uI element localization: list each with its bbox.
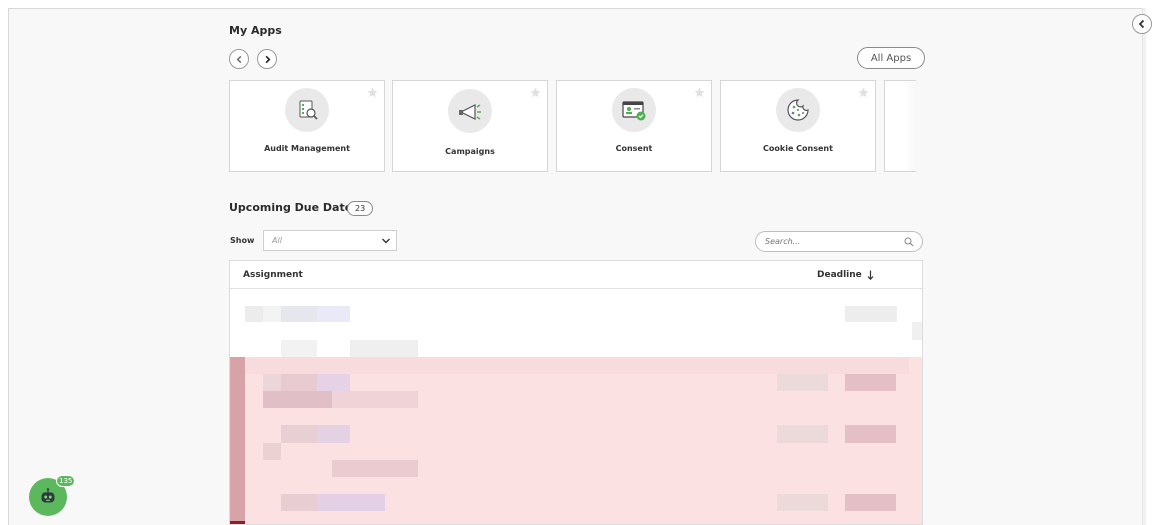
consent-icon [612,88,656,132]
search-icon[interactable] [904,237,914,247]
chevron-right-icon [265,55,270,63]
search-box[interactable] [755,231,923,252]
overdue-indicator [230,521,245,524]
chevron-left-icon [236,55,241,63]
due-dates-count-badge: 23 [347,201,374,216]
due-dates-title: Upcoming Due Dates [229,201,359,214]
app-label: Cookie Consent [763,144,833,153]
chevron-left-icon [1138,19,1145,29]
assistant-badge: 135 [56,475,76,487]
app-card-next-partial[interactable] [884,80,916,172]
overdue-indicator [230,357,245,524]
column-header-assignment[interactable]: Assignment [243,270,303,280]
app-card-consent[interactable]: Consent [556,80,712,172]
table-row[interactable] [230,357,922,524]
column-header-deadline[interactable]: Deadline [817,270,874,280]
star-icon[interactable] [367,87,378,98]
app-label: Consent [615,144,653,153]
right-panel-rail [1142,8,1146,525]
app-card-audit-management[interactable]: Audit Management [229,80,385,172]
robot-icon [41,488,55,503]
apps-next-button[interactable] [257,49,277,69]
all-apps-button[interactable]: All Apps [857,47,925,69]
audit-icon [285,88,329,132]
star-icon[interactable] [858,87,869,98]
sort-descending-icon[interactable] [867,270,874,280]
star-icon[interactable] [530,87,541,98]
column-header-deadline-label: Deadline [817,270,862,280]
app-card-campaigns[interactable]: Campaigns [392,80,548,172]
apps-prev-button[interactable] [229,49,249,69]
table-row[interactable] [230,290,922,357]
search-input[interactable] [765,232,895,251]
megaphone-icon [448,89,492,133]
cookie-icon [776,88,820,132]
my-apps-title: My Apps [229,24,282,37]
table-header: Assignment Deadline [230,261,922,289]
due-dates-table: Assignment Deadline [229,260,923,525]
app-label: Campaigns [445,147,495,156]
star-icon[interactable] [694,87,705,98]
app-label: Audit Management [264,144,350,153]
show-filter-select[interactable]: All [263,230,397,251]
collapse-panel-button[interactable] [1132,14,1152,34]
app-card-cookie-consent[interactable]: Cookie Consent [720,80,876,172]
show-label: Show [230,236,255,245]
show-filter-value: All [272,236,282,245]
chevron-down-icon [382,238,390,244]
